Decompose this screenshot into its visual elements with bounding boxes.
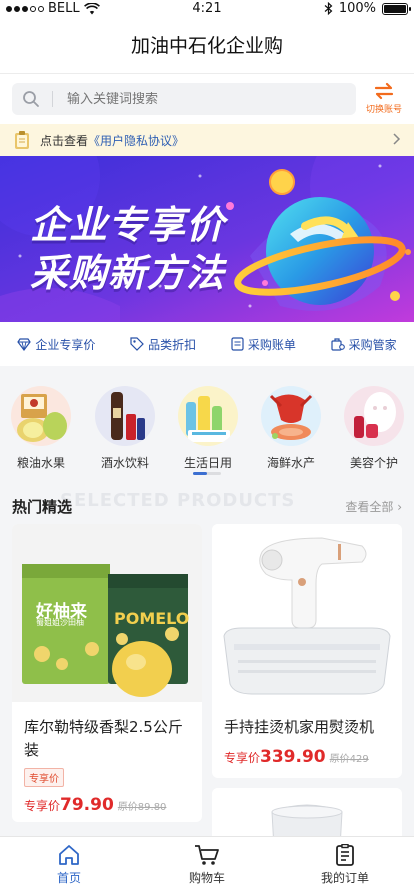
product-image [212, 524, 402, 702]
privacy-notice[interactable]: 点击查看 《用户隐私协议》 [0, 124, 414, 156]
page-title: 加油中石化企业购 [0, 18, 414, 74]
feature-label: 品类折扣 [148, 337, 197, 352]
tab-cart[interactable]: 购物车 [138, 837, 276, 896]
price-value: 79.90 [60, 795, 114, 815]
exclusive-price-tag: 专享价 [24, 768, 64, 787]
beauty-icon [344, 386, 404, 446]
feature-category-discount[interactable]: 品类折扣 [130, 336, 196, 353]
chevron-right-icon [393, 133, 401, 145]
category-label: 粮油水果 [16, 456, 65, 470]
feature-purchase-bill[interactable]: 采购账单 [231, 336, 296, 353]
tab-orders[interactable]: 我的订单 [276, 837, 414, 896]
category-label: 酒水饮料 [100, 456, 149, 470]
privacy-link[interactable]: 《用户隐私协议》 [88, 132, 184, 149]
product-price: 专享价339.90 原价429 [212, 747, 402, 767]
view-all-label: 查看全部 [345, 500, 394, 514]
home-icon [59, 845, 79, 865]
bluetooth-icon [324, 2, 333, 15]
search-divider [52, 91, 53, 107]
category-item-drinks[interactable]: 酒水饮料 [90, 386, 160, 471]
category-scroll-indicator [193, 472, 221, 475]
original-price: 原价89.80 [117, 802, 167, 813]
bill-icon [231, 337, 244, 351]
category-label: 海鲜水产 [266, 456, 315, 470]
product-image: 好柚来 蜀姐姐沙田柚 POMELO [12, 524, 202, 702]
promo-banner[interactable]: 企业专享价 采购新方法 [0, 156, 414, 322]
search-bar: 切换账号 [0, 74, 414, 124]
tab-label: 我的订单 [320, 871, 369, 885]
search-input[interactable] [67, 91, 317, 107]
daily-goods-icon [178, 386, 238, 446]
drinks-icon [95, 386, 155, 446]
switch-account-button[interactable]: 切换账号 [362, 82, 406, 115]
category-label: 美容个护 [349, 456, 398, 470]
product-card[interactable]: 好柚来 蜀姐姐沙田柚 POMELO 库尔勒特级香梨2.5公斤装 专享价 专享价7… [12, 524, 202, 822]
category-item-beauty[interactable]: 美容个护 [339, 386, 409, 471]
banner-headline-1: 企业专享价 [30, 203, 226, 247]
battery-icon [382, 2, 411, 15]
price-label: 专享价 [224, 751, 261, 765]
tab-home[interactable]: 首页 [0, 837, 138, 896]
orders-icon [336, 844, 354, 866]
original-price: 原价429 [329, 754, 369, 765]
battery-percent: 100% [338, 1, 376, 16]
tab-label: 首页 [56, 871, 81, 885]
feature-exclusive-price[interactable]: 企业专享价 [17, 336, 95, 353]
product-price: 专享价79.90 原价89.80 [12, 795, 202, 815]
category-row: 粮油水果 酒水饮料 生活日用 海鲜水产 美容个护 [0, 366, 414, 484]
view-all-link[interactable]: 查看全部 › [345, 498, 402, 515]
feature-strip: 企业专享价 品类折扣 采购账单 采购管家 [0, 322, 414, 366]
tab-label: 购物车 [188, 871, 225, 885]
product-card[interactable]: 手持挂烫机家用熨烫机 专享价339.90 原价429 [212, 524, 402, 778]
box-subtitle: 蜀姐姐沙田柚 [36, 618, 84, 627]
feature-purchase-manager[interactable]: 采购管家 [331, 336, 397, 353]
feature-label: 采购账单 [247, 337, 296, 352]
status-bar: BELL 4:21 100% [0, 0, 414, 18]
clipboard-icon [15, 131, 29, 149]
status-right: 100% [324, 1, 411, 16]
feature-label: 采购管家 [348, 337, 397, 352]
category-item-grain-oil-fruit[interactable]: 粮油水果 [6, 386, 76, 471]
hot-section-header: SELECTED PRODUCTS 热门精选 查看全部 › [0, 486, 414, 524]
chevron-right-icon: › [397, 500, 402, 514]
notice-prefix: 点击查看 [40, 133, 89, 148]
switch-arrows-icon [374, 82, 394, 100]
category-label: 生活日用 [183, 456, 232, 470]
product-name: 手持挂烫机家用熨烫机 [224, 718, 375, 736]
section-watermark: SELECTED PRODUCTS [60, 490, 296, 511]
section-title: 热门精选 [12, 498, 73, 516]
banner-headline-2: 采购新方法 [30, 251, 226, 295]
feature-label: 企业专享价 [35, 337, 96, 352]
box2-brand: POMELO [114, 609, 190, 628]
price-label: 专享价 [24, 799, 61, 813]
category-item-daily-goods[interactable]: 生活日用 [173, 386, 243, 471]
manager-icon [331, 338, 345, 351]
bottom-tab-bar: 首页 购物车 我的订单 [0, 836, 414, 896]
search-box[interactable] [12, 83, 356, 115]
cart-icon [195, 845, 219, 865]
fruit-icon [11, 386, 71, 446]
price-value: 339.90 [260, 747, 326, 767]
tag-icon [130, 337, 144, 351]
search-icon [23, 91, 39, 107]
category-item-seafood[interactable]: 海鲜水产 [256, 386, 326, 471]
diamond-icon [17, 337, 32, 351]
switch-account-label: 切换账号 [365, 105, 402, 115]
product-name: 库尔勒特级香梨2.5公斤装 [24, 718, 183, 759]
seafood-icon [261, 386, 321, 446]
